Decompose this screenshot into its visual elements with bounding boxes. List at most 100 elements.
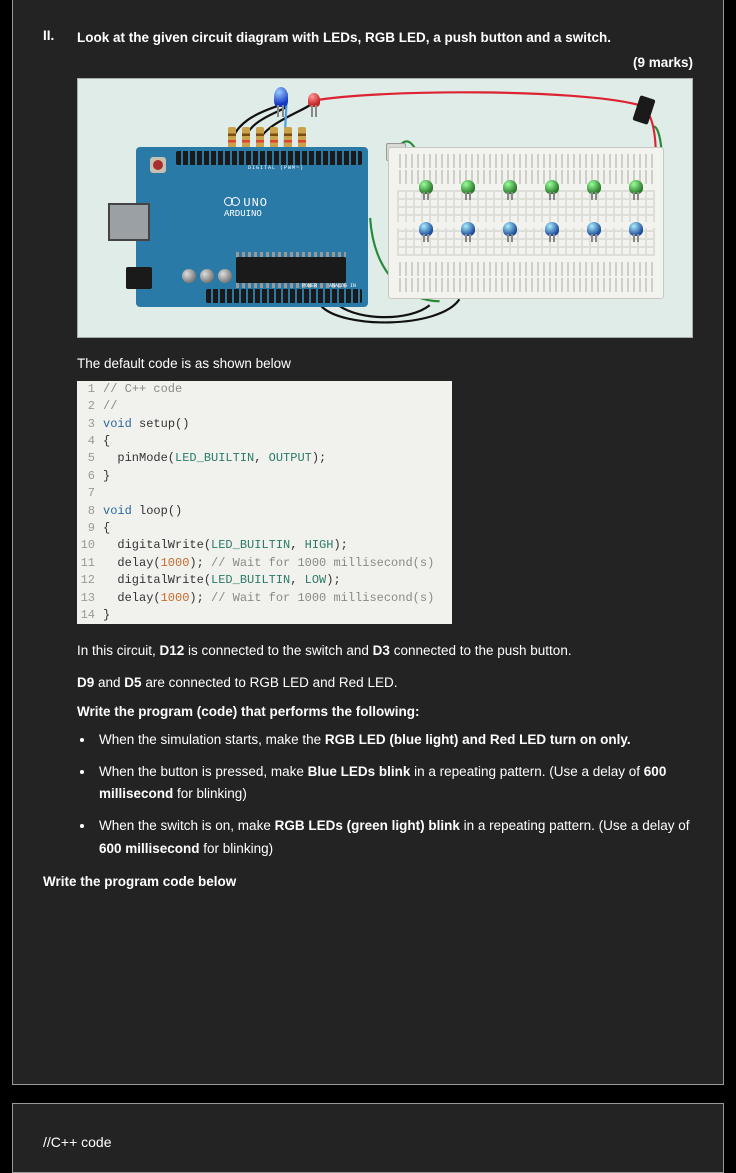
resistor-icon	[256, 127, 264, 149]
answer-code-start: //C++ code	[43, 1134, 693, 1150]
power-label: POWER	[302, 283, 317, 289]
content-area: II. Look at the given circuit diagram wi…	[13, 0, 723, 909]
blue-led-icon	[629, 222, 643, 236]
question-header: II. Look at the given circuit diagram wi…	[43, 28, 693, 49]
code-line: 2//	[77, 398, 452, 415]
code-text: {	[103, 520, 128, 537]
code-text: digitalWrite(LED_BUILTIN, LOW);	[103, 572, 359, 589]
code-text: }	[103, 468, 128, 485]
green-led-icon	[629, 180, 643, 194]
resistor-icon	[284, 127, 292, 149]
green-led-icon	[503, 180, 517, 194]
blue-led-icon	[545, 222, 559, 236]
task-list: When the simulation starts, make the RGB…	[95, 729, 693, 860]
line-number: 7	[77, 485, 103, 502]
green-led-icon	[461, 180, 475, 194]
code-text: // C++ code	[103, 381, 200, 398]
code-line: 14}	[77, 607, 452, 624]
answer-heading: Write the program code below	[43, 874, 693, 889]
blue-led-icon	[587, 222, 601, 236]
line-number: 4	[77, 433, 103, 450]
code-text	[103, 485, 121, 502]
line-number: 9	[77, 520, 103, 537]
default-code-caption: The default code is as shown below	[77, 356, 693, 371]
question-text: Look at the given circuit diagram with L…	[77, 28, 693, 49]
line-number: 6	[77, 468, 103, 485]
line-number: 14	[77, 607, 103, 624]
board-brand: UNO	[243, 196, 268, 210]
code-text: digitalWrite(LED_BUILTIN, HIGH);	[103, 537, 366, 554]
resistor-icon	[270, 127, 278, 149]
code-line: 12 digitalWrite(LED_BUILTIN, LOW);	[77, 572, 452, 589]
breadboard	[388, 147, 664, 299]
instruction-heading: Write the program (code) that performs t…	[77, 704, 693, 719]
code-line: 11 delay(1000); // Wait for 1000 millise…	[77, 555, 452, 572]
blue-led-icon	[419, 222, 433, 236]
line-number: 13	[77, 590, 103, 607]
arduino-logo: UNO ARDUINO	[224, 197, 268, 220]
rgb-led-icon	[274, 87, 288, 107]
arduino-board: DIGITAL (PWM~) UNO ARDUINO POWER ANALOG …	[136, 147, 368, 307]
board-sub: ARDUINO	[224, 209, 262, 219]
code-line: 10 digitalWrite(LED_BUILTIN, HIGH);	[77, 537, 452, 554]
circuit-diagram: DIGITAL (PWM~) UNO ARDUINO POWER ANALOG …	[77, 78, 693, 338]
digital-label: DIGITAL (PWM~)	[248, 165, 304, 171]
task-item: When the switch is on, make RGB LEDs (gr…	[95, 815, 693, 860]
circuit-desc-2: D9 and D5 are connected to RGB LED and R…	[77, 672, 693, 694]
code-line: 3void setup()	[77, 416, 452, 433]
line-number: 11	[77, 555, 103, 572]
line-number: 3	[77, 416, 103, 433]
blue-led-icon	[461, 222, 475, 236]
question-marks: (9 marks)	[43, 55, 693, 70]
code-line: 9{	[77, 520, 452, 537]
red-led-icon	[308, 93, 320, 107]
task-item: When the button is pressed, make Blue LE…	[95, 761, 693, 806]
green-led-icon	[545, 180, 559, 194]
usb-port-icon	[108, 203, 150, 241]
page-2: //C++ code	[12, 1103, 724, 1173]
code-line: 8void loop()	[77, 503, 452, 520]
question-body: DIGITAL (PWM~) UNO ARDUINO POWER ANALOG …	[77, 78, 693, 860]
reset-button-icon	[150, 157, 166, 173]
resistor-icon	[298, 127, 306, 149]
line-number: 5	[77, 450, 103, 467]
code-line: 13 delay(1000); // Wait for 1000 millise…	[77, 590, 452, 607]
green-led-icon	[419, 180, 433, 194]
resistor-icon	[228, 127, 236, 149]
code-text: pinMode(LED_BUILTIN, OUTPUT);	[103, 450, 344, 467]
digital-header-icon	[176, 151, 362, 165]
task-item: When the simulation starts, make the RGB…	[95, 729, 693, 751]
green-led-row	[419, 180, 643, 194]
code-text: void setup()	[103, 416, 207, 433]
line-number: 1	[77, 381, 103, 398]
code-line: 7	[77, 485, 452, 502]
code-line: 4{	[77, 433, 452, 450]
power-jack-icon	[126, 267, 152, 289]
bottom-labels: POWER ANALOG IN	[302, 283, 356, 289]
code-text: //	[103, 398, 135, 415]
code-line: 6}	[77, 468, 452, 485]
code-text: }	[103, 607, 128, 624]
resistor-group	[228, 127, 306, 149]
circuit-desc-1: In this circuit, D12 is connected to the…	[77, 640, 693, 662]
blue-led-icon	[503, 222, 517, 236]
line-number: 12	[77, 572, 103, 589]
question-number: II.	[43, 28, 77, 43]
code-line: 5 pinMode(LED_BUILTIN, OUTPUT);	[77, 450, 452, 467]
blue-led-row	[419, 222, 643, 236]
capacitors-icon	[182, 269, 232, 283]
resistor-icon	[242, 127, 250, 149]
mcu-chip-icon	[236, 257, 346, 283]
page-1: II. Look at the given circuit diagram wi…	[12, 0, 724, 1085]
line-number: 10	[77, 537, 103, 554]
code-text: void loop()	[103, 503, 200, 520]
line-number: 8	[77, 503, 103, 520]
analog-header-icon	[206, 289, 362, 303]
code-snippet: 1// C++ code2//3void setup()4{5 pinMode(…	[77, 381, 452, 624]
analog-label: ANALOG IN	[329, 283, 356, 289]
code-text: {	[103, 433, 128, 450]
line-number: 2	[77, 398, 103, 415]
code-text: delay(1000); // Wait for 1000 millisecon…	[103, 590, 452, 607]
green-led-icon	[587, 180, 601, 194]
code-line: 1// C++ code	[77, 381, 452, 398]
